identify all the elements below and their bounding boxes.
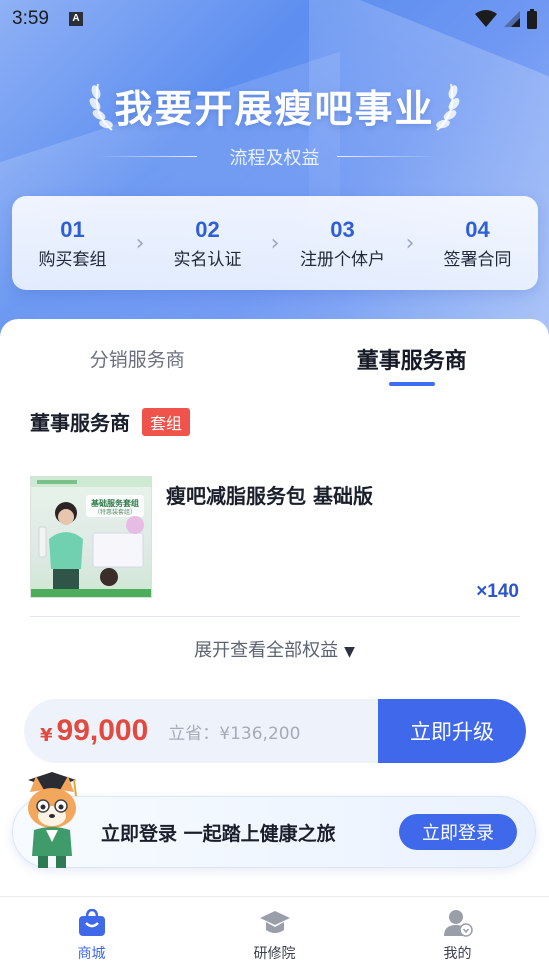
expand-benefits-button[interactable]: 展开查看全部权益 ▼: [12, 636, 537, 662]
product-photo: 基础服务套组 （特惠装套组）: [31, 477, 151, 597]
login-banner: 立即登录 一起踏上健康之旅 立即登录: [12, 796, 536, 868]
purchase-bar: ¥ 99,000 立省：¥136,200 立即升级: [24, 699, 526, 763]
package-price: 99,000: [56, 714, 149, 747]
card-title: 董事服务商: [30, 411, 130, 435]
package-badge: 套组: [142, 407, 191, 436]
expand-benefits-label: 展开查看全部权益: [194, 640, 339, 661]
laurel-right-icon: [436, 83, 460, 131]
subtitle-divider-right: [337, 156, 437, 157]
tab-distribution-provider[interactable]: 分销服务商: [0, 319, 275, 397]
product-image-caption: 基础服务套组: [90, 498, 139, 508]
chevron-right-icon: ›: [135, 230, 145, 256]
active-tab-indicator: [389, 382, 435, 386]
nav-label: 研修院: [253, 946, 296, 962]
currency-symbol: ¥: [40, 724, 53, 746]
product-quantity: ×140: [476, 581, 519, 602]
user-icon: [443, 910, 473, 937]
step-1: 01 购买套组: [12, 217, 133, 270]
login-prompt-text: 立即登录 一起踏上健康之旅: [101, 822, 336, 845]
step-number: 04: [465, 216, 490, 242]
caret-down-icon: ▼: [344, 644, 355, 660]
savings-text: 立省：¥136,200: [168, 723, 301, 744]
product-image[interactable]: 基础服务套组 （特惠装套组）: [30, 476, 152, 598]
hero-banner: 3:59 A 我要开展瘦吧事业 流程及权益 01 购买套组 › 02 实名认证: [0, 0, 549, 360]
package-card: 董事服务商 套组 基础服务套组 （特惠装套组） 瘦吧减脂服务包 基础版 ×140…: [12, 407, 537, 787]
nav-item-academy[interactable]: 研修院: [183, 897, 366, 976]
status-bar: 3:59 A: [0, 0, 549, 38]
fox-mascot-icon: [28, 772, 77, 868]
wifi-icon: [475, 10, 497, 27]
card-divider: [30, 616, 520, 617]
step-label: 购买套组: [38, 249, 107, 270]
step-label: 注册个体户: [300, 249, 385, 270]
step-number: 03: [330, 216, 355, 242]
step-number: 02: [195, 216, 220, 242]
step-4: 04 签署合同: [417, 217, 538, 270]
step-label: 签署合同: [443, 249, 512, 270]
notification-a-icon: A: [68, 12, 83, 26]
hero-subtitle: 流程及权益: [229, 148, 320, 169]
card-header: 董事服务商 套组: [30, 407, 191, 436]
upgrade-now-button[interactable]: 立即升级: [378, 699, 526, 763]
shopping-bag-icon: [78, 909, 105, 936]
login-now-button[interactable]: 立即登录: [399, 814, 517, 850]
nav-label: 我的: [443, 946, 472, 962]
tab-bar: 分销服务商 董事服务商: [0, 319, 549, 397]
product-image-caption-sub: （特惠装套组）: [94, 508, 136, 516]
graduation-cap-icon: [259, 911, 290, 933]
status-icons: [475, 9, 537, 29]
step-label: 实名认证: [173, 249, 242, 270]
nav-item-profile[interactable]: 我的: [366, 897, 549, 976]
hero-title: 我要开展瘦吧事业: [114, 87, 435, 131]
process-steps: 01 购买套组 › 02 实名认证 › 03 注册个体户 › 04 签署合同: [12, 196, 538, 290]
step-number: 01: [60, 216, 85, 242]
nav-item-mall[interactable]: 商城: [0, 897, 183, 976]
nav-label: 商城: [77, 946, 106, 962]
battery-icon: [527, 9, 537, 29]
chevron-right-icon: ›: [270, 230, 280, 256]
step-3: 03 注册个体户: [282, 217, 403, 270]
step-2: 02 实名认证: [147, 217, 268, 270]
bottom-navigation: 商城 研修院 我的: [0, 896, 549, 976]
signal-icon: [504, 11, 520, 27]
status-time: 3:59: [12, 8, 49, 29]
chevron-right-icon: ›: [405, 230, 415, 256]
product-name: 瘦吧减脂服务包 基础版: [166, 484, 373, 508]
